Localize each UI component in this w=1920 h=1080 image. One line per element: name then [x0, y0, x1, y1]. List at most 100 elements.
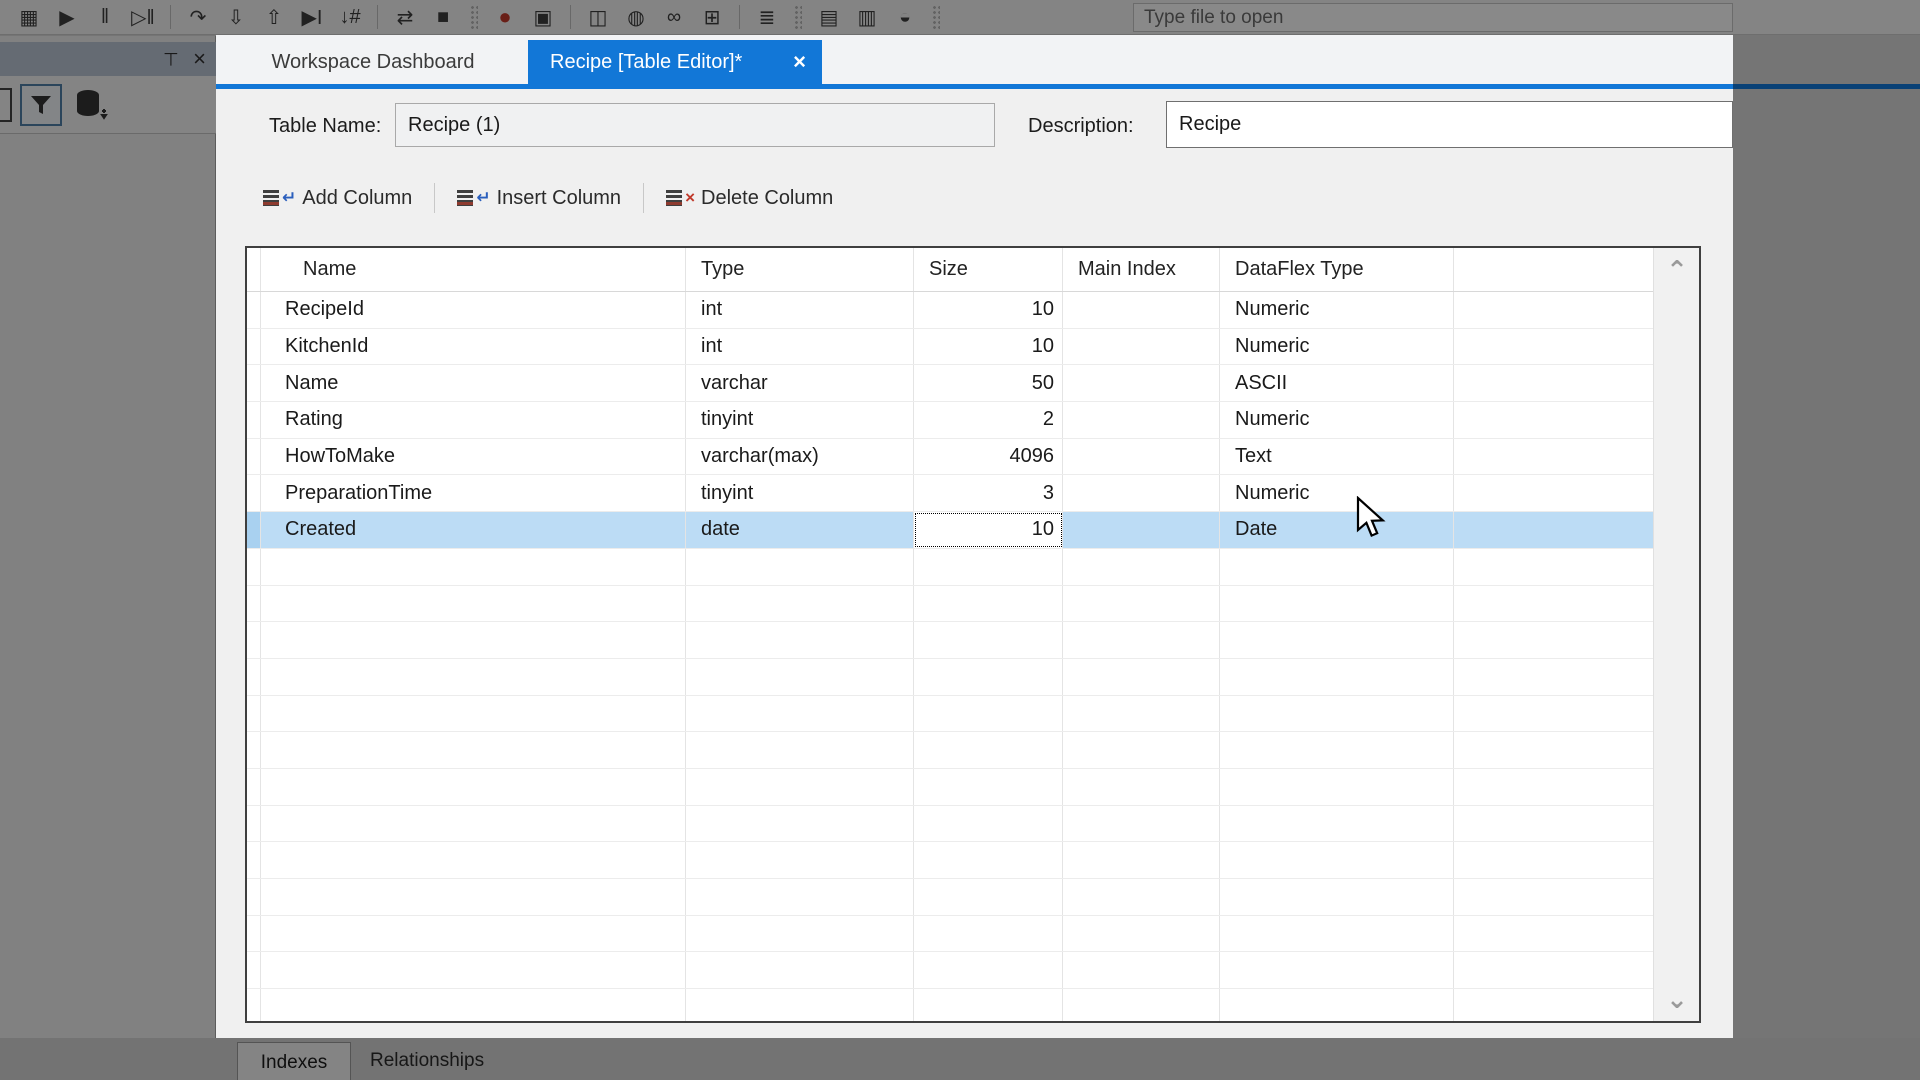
- empty-cell[interactable]: [1454, 659, 1653, 695]
- empty-cell[interactable]: [914, 806, 1063, 842]
- empty-cell[interactable]: [1063, 916, 1220, 952]
- file-search-input[interactable]: Type file to open: [1133, 3, 1733, 32]
- empty-cell[interactable]: [686, 952, 914, 988]
- cell-size[interactable]: 10: [914, 512, 1063, 548]
- row-header-cell[interactable]: [247, 512, 261, 548]
- row-header-cell[interactable]: [247, 365, 261, 401]
- empty-cell[interactable]: [1454, 732, 1653, 768]
- grid-row-name[interactable]: Namevarchar50ASCII: [247, 365, 1653, 402]
- cell-filler[interactable]: [1454, 365, 1653, 401]
- empty-cell[interactable]: [1454, 842, 1653, 878]
- empty-cell[interactable]: [247, 769, 261, 805]
- cell-name[interactable]: Rating: [261, 402, 686, 438]
- empty-cell[interactable]: [1454, 696, 1653, 732]
- inspect-icon[interactable]: ∞: [657, 2, 691, 32]
- step-into-icon[interactable]: ⇩: [219, 2, 253, 32]
- grid-row-created[interactable]: Createddate10Date: [247, 512, 1653, 549]
- cell-name[interactable]: PreparationTime: [261, 475, 686, 511]
- empty-cell[interactable]: [686, 659, 914, 695]
- columns-grid[interactable]: Name Type Size Main Index DataFlex Type …: [245, 246, 1701, 1023]
- empty-cell[interactable]: [914, 586, 1063, 622]
- grid-row-preparationtime[interactable]: PreparationTimetinyint3Numeric: [247, 475, 1653, 512]
- empty-cell[interactable]: [686, 879, 914, 915]
- empty-cell[interactable]: [1063, 842, 1220, 878]
- grid-empty-row[interactable]: [247, 806, 1653, 843]
- empty-cell[interactable]: [247, 916, 261, 952]
- empty-cell[interactable]: [1220, 989, 1454, 1021]
- empty-cell[interactable]: [1063, 696, 1220, 732]
- cell-filler[interactable]: [1454, 439, 1653, 475]
- empty-cell[interactable]: [1454, 989, 1653, 1021]
- empty-cell[interactable]: [1454, 879, 1653, 915]
- grid-empty-row[interactable]: [247, 622, 1653, 659]
- add-column-button[interactable]: ↵Add Column: [253, 183, 422, 214]
- call-stack-icon[interactable]: ≣: [750, 2, 784, 32]
- column-header-size[interactable]: Size: [914, 248, 1063, 291]
- empty-cell[interactable]: [1063, 586, 1220, 622]
- empty-cell[interactable]: [686, 916, 914, 952]
- empty-cell[interactable]: [247, 696, 261, 732]
- empty-cell[interactable]: [1220, 842, 1454, 878]
- close-icon[interactable]: ×: [193, 48, 206, 70]
- cell-filler[interactable]: [1454, 402, 1653, 438]
- cell-dataflex-type[interactable]: Numeric: [1220, 292, 1454, 328]
- empty-cell[interactable]: [1454, 586, 1653, 622]
- cell-dataflex-type[interactable]: ASCII: [1220, 365, 1454, 401]
- empty-cell[interactable]: [686, 989, 914, 1021]
- cell-size[interactable]: 4096: [914, 439, 1063, 475]
- filter-icon[interactable]: [20, 84, 62, 126]
- scroll-up-icon[interactable]: ⌃: [1654, 250, 1700, 290]
- table-name-input[interactable]: Recipe (1): [395, 103, 995, 147]
- grid-row-kitchenid[interactable]: KitchenIdint10Numeric: [247, 329, 1653, 366]
- empty-cell[interactable]: [686, 622, 914, 658]
- delete-column-button[interactable]: ×Delete Column: [656, 183, 843, 214]
- step-over-icon[interactable]: ↷: [181, 2, 215, 32]
- empty-cell[interactable]: [1454, 769, 1653, 805]
- cell-size[interactable]: 3: [914, 475, 1063, 511]
- empty-cell[interactable]: [914, 842, 1063, 878]
- empty-cell[interactable]: [914, 659, 1063, 695]
- empty-cell[interactable]: [914, 769, 1063, 805]
- run-icon[interactable]: ▶: [50, 2, 84, 32]
- table-inspect-icon[interactable]: ⊞: [695, 2, 729, 32]
- grid-empty-row[interactable]: [247, 696, 1653, 733]
- empty-cell[interactable]: [686, 732, 914, 768]
- empty-cell[interactable]: [1063, 806, 1220, 842]
- empty-cell[interactable]: [261, 696, 686, 732]
- pin-icon[interactable]: ⊥: [163, 50, 179, 68]
- empty-cell[interactable]: [1220, 879, 1454, 915]
- row-header-cell[interactable]: [247, 402, 261, 438]
- watch-window-icon[interactable]: ◫: [581, 2, 615, 32]
- grid-empty-row[interactable]: [247, 549, 1653, 586]
- empty-cell[interactable]: [261, 586, 686, 622]
- grid-empty-row[interactable]: [247, 989, 1653, 1021]
- empty-cell[interactable]: [261, 879, 686, 915]
- cell-name[interactable]: Name: [261, 365, 686, 401]
- cell-size[interactable]: 10: [914, 329, 1063, 365]
- empty-cell[interactable]: [247, 879, 261, 915]
- empty-cell[interactable]: [1220, 549, 1454, 585]
- cell-filler[interactable]: [1454, 475, 1653, 511]
- cell-main-index[interactable]: [1063, 475, 1220, 511]
- empty-cell[interactable]: [1063, 732, 1220, 768]
- database-icon[interactable]: [74, 89, 108, 121]
- cell-name[interactable]: HowToMake: [261, 439, 686, 475]
- step-icon[interactable]: ▷‖: [126, 2, 160, 32]
- grid-row-howtomake[interactable]: HowToMakevarchar(max)4096Text: [247, 439, 1653, 476]
- empty-cell[interactable]: [247, 952, 261, 988]
- row-header-cell[interactable]: [247, 329, 261, 365]
- grid-row-recipeid[interactable]: RecipeIdint10Numeric: [247, 292, 1653, 329]
- empty-cell[interactable]: [247, 806, 261, 842]
- empty-cell[interactable]: [261, 842, 686, 878]
- cell-size[interactable]: 10: [914, 292, 1063, 328]
- toggle-breakpoint-icon[interactable]: ●: [488, 2, 522, 32]
- cell-type[interactable]: int: [686, 292, 914, 328]
- empty-cell[interactable]: [1063, 952, 1220, 988]
- grid-empty-row[interactable]: [247, 879, 1653, 916]
- run-to-cursor-icon[interactable]: ▶I: [295, 2, 329, 32]
- cell-type[interactable]: varchar: [686, 365, 914, 401]
- cell-main-index[interactable]: [1063, 512, 1220, 548]
- cell-main-index[interactable]: [1063, 365, 1220, 401]
- stop-icon[interactable]: ■: [426, 2, 460, 32]
- cell-dataflex-type[interactable]: Numeric: [1220, 402, 1454, 438]
